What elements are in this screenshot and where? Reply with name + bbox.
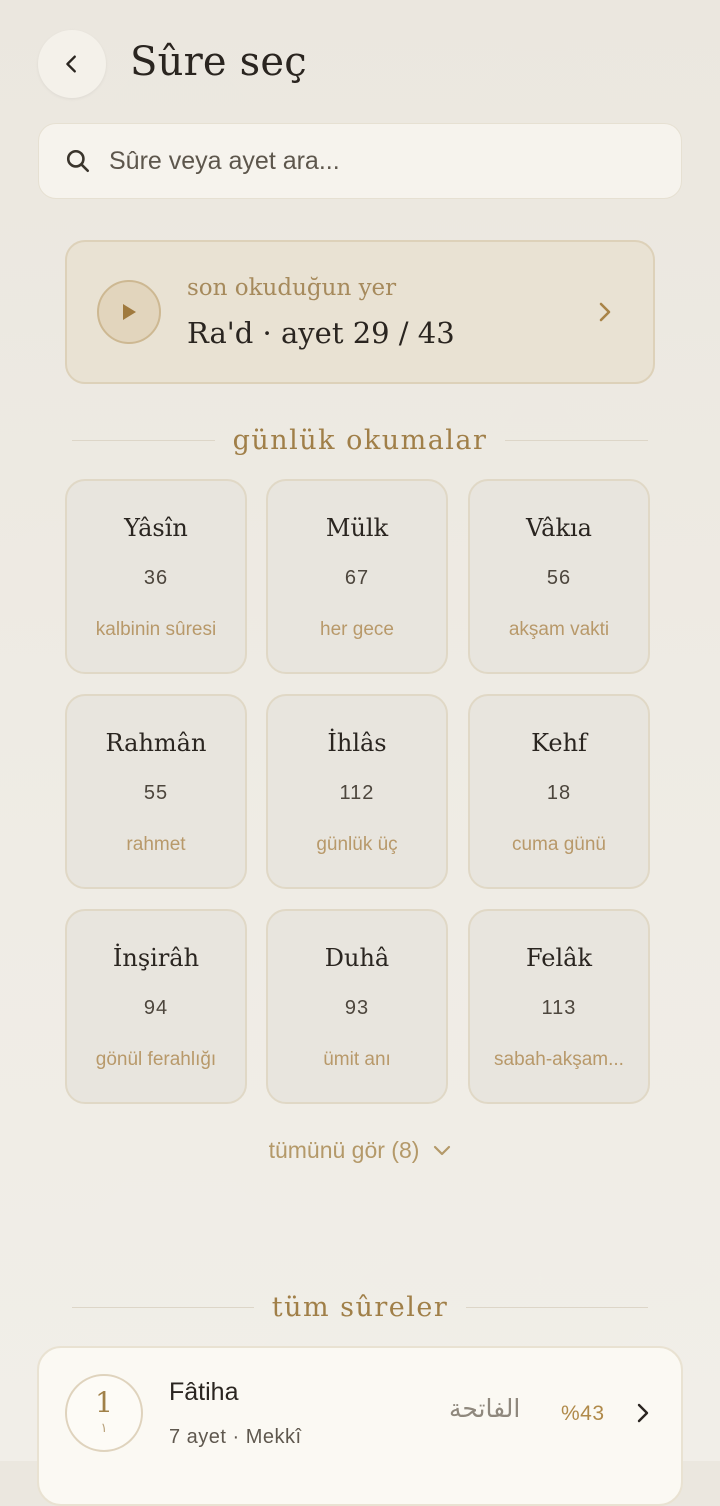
tile-number: 56 — [546, 567, 572, 589]
surah-number-badge: 1 ١ — [65, 1374, 143, 1452]
daily-tile[interactable]: Rahmân 55 rahmet — [65, 694, 247, 889]
see-all-button[interactable]: tümünü gör (8) — [0, 1137, 720, 1164]
search-input[interactable] — [109, 146, 629, 176]
tile-number: 18 — [546, 782, 572, 804]
divider — [466, 1307, 649, 1308]
see-all-label: tümünü gör (8) — [268, 1137, 420, 1163]
tile-number: 55 — [143, 782, 169, 804]
continue-reading-position: Ra'd · ayet 29 / 43 — [187, 316, 455, 350]
daily-tile[interactable]: Felâk 113 sabah-akşam... — [468, 909, 650, 1104]
surah-meta: 7 ayet · Mekkî — [169, 1426, 302, 1448]
chevron-right-icon — [595, 300, 615, 324]
all-surahs-section-title: tüm sûreler — [271, 1292, 449, 1323]
surah-arabic-name: الفاتحة — [449, 1394, 521, 1423]
tile-note: rahmet — [126, 834, 186, 855]
tile-name: Mülk — [325, 514, 389, 542]
tile-note: sabah-akşam... — [494, 1049, 624, 1070]
daily-section-heading: günlük okumalar — [72, 425, 648, 456]
tile-name: Vâkıa — [526, 514, 592, 542]
tile-note: akşam vakti — [508, 619, 610, 640]
tile-note: cuma günü — [511, 834, 606, 855]
tile-number: 93 — [344, 997, 370, 1019]
tile-name: İhlâs — [327, 729, 387, 757]
divider — [72, 440, 215, 441]
daily-tile[interactable]: Yâsîn 36 kalbinin sûresi — [65, 479, 247, 674]
daily-tile[interactable]: Duhâ 93 ümit anı — [266, 909, 448, 1104]
daily-tile[interactable]: Mülk 67 her gece — [266, 479, 448, 674]
tile-number: 112 — [339, 782, 375, 804]
tile-number: 113 — [541, 997, 577, 1019]
surah-arabic-number: ١ — [100, 1420, 108, 1435]
tile-name: Kehf — [531, 729, 587, 757]
daily-tile[interactable]: İhlâs 112 günlük üç — [266, 694, 448, 889]
daily-tile[interactable]: Kehf 18 cuma günü — [468, 694, 650, 889]
play-icon — [123, 304, 136, 320]
chevron-left-icon — [66, 55, 76, 73]
continue-reading-label: son okuduğun yer — [187, 275, 397, 301]
divider — [505, 440, 648, 441]
surah-name: Fâtiha — [169, 1378, 239, 1406]
daily-tile[interactable]: İnşirâh 94 gönül ferahlığı — [65, 909, 247, 1104]
tile-name: Rahmân — [105, 729, 207, 757]
tile-name: Felâk — [525, 944, 593, 972]
surah-number: 1 — [95, 1386, 113, 1419]
divider — [72, 1307, 254, 1308]
search-icon — [65, 148, 91, 174]
tile-note: gönül ferahlığı — [95, 1049, 217, 1070]
back-button[interactable] — [38, 30, 106, 98]
chevron-down-icon — [434, 1145, 451, 1155]
daily-tile[interactable]: Vâkıa 56 akşam vakti — [468, 479, 650, 674]
daily-section-title: günlük okumalar — [232, 425, 488, 456]
tile-note: kalbinin sûresi — [95, 619, 217, 640]
tile-name: İnşirâh — [112, 944, 200, 972]
tile-note: günlük üç — [316, 834, 398, 855]
tile-note: ümit anı — [323, 1049, 391, 1070]
tile-note: her gece — [320, 619, 394, 640]
all-surahs-section-heading: tüm sûreler — [72, 1292, 649, 1323]
page-title: Sûre seç — [130, 39, 307, 85]
tile-name: Yâsîn — [124, 514, 188, 542]
search-bar[interactable] — [38, 123, 682, 199]
tile-name: Duhâ — [324, 944, 390, 972]
tile-number: 94 — [143, 997, 169, 1019]
continue-reading-card[interactable]: son okuduğun yer Ra'd · ayet 29 / 43 — [65, 240, 655, 384]
surah-progress: %43 — [561, 1402, 605, 1425]
tile-number: 36 — [143, 567, 169, 589]
play-button[interactable] — [97, 280, 161, 344]
surah-row[interactable]: 1 ١ Fâtiha 7 ayet · Mekkî الفاتحة %43 — [37, 1346, 683, 1506]
tile-number: 67 — [344, 567, 370, 589]
chevron-right-icon — [635, 1402, 651, 1429]
